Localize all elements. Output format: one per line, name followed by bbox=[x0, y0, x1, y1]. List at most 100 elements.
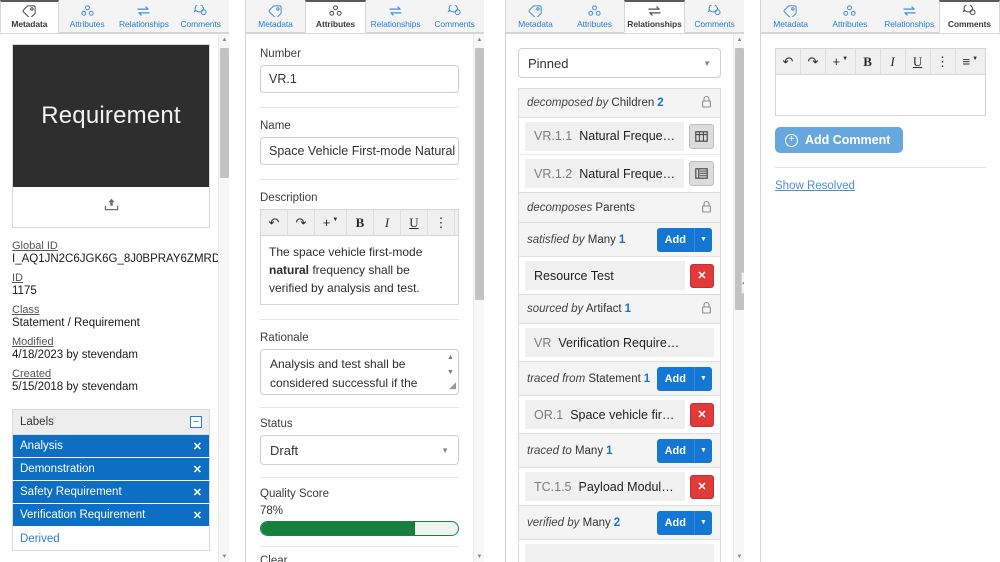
tab-comments-label: Comments bbox=[180, 18, 221, 29]
tab-comments[interactable]: Comments bbox=[425, 0, 484, 33]
more-options-icon[interactable]: ⋮ bbox=[931, 48, 956, 75]
remove-relationship-button[interactable]: ✕ bbox=[690, 402, 714, 427]
remove-relationship-button[interactable]: ✕ bbox=[690, 263, 714, 288]
italic-button[interactable]: I bbox=[374, 209, 401, 236]
label-item-safety-requirement[interactable]: Safety Requirement ✕ bbox=[13, 481, 209, 504]
tab-comments[interactable]: Comments bbox=[685, 0, 744, 33]
tab-metadata[interactable]: Metadata bbox=[506, 0, 565, 33]
relationship-chip[interactable]: VR.1.2 Natural Freque… bbox=[525, 159, 684, 188]
scroll-up-icon[interactable]: ▲ bbox=[474, 34, 484, 45]
tab-relationships-label: Relationships bbox=[627, 19, 682, 29]
relationship-chip[interactable]: TC.1.5 Payload Modul… bbox=[525, 472, 685, 501]
insert-plus-icon[interactable]: + ▼ bbox=[826, 48, 856, 75]
tab-attributes[interactable]: Attributes bbox=[565, 0, 624, 33]
grid-view-icon[interactable] bbox=[689, 123, 714, 149]
thumbnail-image: Requirement bbox=[13, 45, 209, 187]
tab-attributes[interactable]: Attributes bbox=[58, 0, 116, 33]
panel-collapse-handle[interactable]: ◀ bbox=[741, 272, 744, 294]
number-input[interactable]: VR.1 bbox=[260, 65, 459, 93]
scroll-up-icon[interactable]: ▲ bbox=[734, 34, 744, 45]
add-relationship-button[interactable]: Add ▼ bbox=[656, 510, 712, 535]
resize-grip-icon[interactable]: ◢ bbox=[449, 379, 456, 393]
scroll-thumb[interactable] bbox=[735, 48, 744, 310]
tab-relationships[interactable]: Relationships bbox=[115, 0, 173, 33]
chevron-down-icon[interactable]: ▼ bbox=[694, 510, 712, 535]
undo-icon[interactable]: ↶ bbox=[776, 48, 801, 75]
tab-attributes[interactable]: Attributes bbox=[820, 0, 880, 33]
relationship-row[interactable]: Resource Test ✕ bbox=[519, 257, 720, 294]
spinner-down-icon[interactable]: ▼ bbox=[447, 368, 454, 379]
thumbnail-upload-area[interactable] bbox=[13, 187, 209, 227]
scroll-up-icon[interactable]: ▲ bbox=[219, 34, 229, 45]
add-relationship-button[interactable]: Add ▼ bbox=[656, 366, 712, 391]
close-icon[interactable]: ✕ bbox=[193, 440, 202, 453]
scroll-down-icon[interactable]: ▼ bbox=[474, 551, 484, 562]
description-text[interactable]: The space vehicle first-mode natural fre… bbox=[261, 236, 458, 304]
label-item-verification-requirement[interactable]: Verification Requirement ✕ bbox=[13, 504, 209, 527]
chevron-down-icon[interactable]: ▼ bbox=[694, 227, 712, 252]
status-select[interactable]: Draft ▼ bbox=[260, 435, 459, 465]
metadata-scrollbar[interactable]: ▲ ▼ bbox=[218, 34, 229, 562]
relationship-row[interactable] bbox=[519, 540, 720, 562]
relationship-chip[interactable]: VR Verification Require… bbox=[525, 328, 714, 357]
underline-button[interactable]: U bbox=[401, 209, 428, 236]
close-icon[interactable]: ✕ bbox=[193, 463, 202, 476]
comment-input[interactable] bbox=[776, 75, 985, 115]
redo-icon[interactable]: ↷ bbox=[288, 209, 315, 236]
scroll-down-icon[interactable]: ▼ bbox=[219, 551, 229, 562]
close-icon[interactable]: ✕ bbox=[193, 486, 202, 499]
attributes-scrollbar[interactable]: ▲ ▼ bbox=[473, 34, 484, 562]
labels-collapse-icon[interactable]: − bbox=[190, 416, 202, 428]
add-relationship-button[interactable]: Add ▼ bbox=[656, 438, 712, 463]
add-relationship-button[interactable]: Add ▼ bbox=[656, 227, 712, 252]
relationship-row[interactable]: VR Verification Require… bbox=[519, 324, 720, 361]
tab-comments[interactable]: Comments bbox=[172, 0, 229, 33]
remove-relationship-button[interactable]: ✕ bbox=[690, 474, 714, 499]
close-icon[interactable]: ✕ bbox=[193, 509, 202, 522]
relationship-chip[interactable] bbox=[525, 544, 714, 562]
spinner-icons[interactable]: ▲ ▼ bbox=[444, 351, 457, 381]
tab-metadata[interactable]: Metadata bbox=[0, 0, 59, 33]
bold-button[interactable]: B bbox=[347, 209, 374, 236]
scroll-thumb[interactable] bbox=[220, 48, 229, 178]
tab-metadata[interactable]: Metadata bbox=[761, 0, 821, 33]
tab-comments[interactable]: Comments bbox=[938, 0, 1000, 33]
name-input[interactable]: Space Vehicle First-mode Natural Freq bbox=[260, 137, 459, 165]
label-item-derived[interactable]: Derived bbox=[13, 527, 209, 550]
undo-icon[interactable]: ↶ bbox=[261, 209, 288, 236]
relationship-row[interactable]: OR.1 Space vehicle fir… ✕ bbox=[519, 396, 720, 433]
tab-metadata[interactable]: Metadata bbox=[246, 0, 305, 33]
chevron-down-icon[interactable]: ▼ bbox=[694, 366, 712, 391]
scroll-down-icon[interactable]: ▼ bbox=[734, 551, 744, 562]
chevron-down-icon: ▼ bbox=[703, 58, 711, 68]
relationship-chip[interactable]: VR.1.1 Natural Freque… bbox=[525, 121, 684, 151]
redo-icon[interactable]: ↷ bbox=[801, 48, 826, 75]
tab-relationships[interactable]: Relationships bbox=[879, 0, 939, 33]
tab-attributes[interactable]: Attributes bbox=[305, 0, 366, 33]
list-view-icon[interactable] bbox=[689, 161, 714, 186]
tab-relationships[interactable]: Relationships bbox=[366, 0, 425, 33]
label-item-analysis[interactable]: Analysis ✕ bbox=[13, 435, 209, 458]
relationship-row[interactable]: VR.1.2 Natural Freque… bbox=[519, 155, 720, 192]
relationships-scrollbar[interactable]: ▲ ▼ bbox=[733, 34, 744, 562]
spinner-up-icon[interactable]: ▲ bbox=[447, 353, 454, 364]
relationship-row[interactable]: TC.1.5 Payload Modul… ✕ bbox=[519, 468, 720, 505]
relationship-filter-select[interactable]: Pinned ▼ bbox=[518, 48, 721, 78]
italic-button[interactable]: I bbox=[881, 48, 906, 75]
relationship-chip[interactable]: OR.1 Space vehicle fir… bbox=[525, 400, 685, 429]
align-icon[interactable]: ≡ ▼ bbox=[956, 49, 986, 75]
relationship-chip[interactable]: Resource Test bbox=[525, 261, 685, 290]
label-item-demonstration[interactable]: Demonstration ✕ bbox=[13, 458, 209, 481]
tab-relationships[interactable]: Relationships bbox=[624, 0, 685, 33]
add-comment-button[interactable]: + Add Comment bbox=[775, 127, 904, 153]
chevron-down-icon[interactable]: ▼ bbox=[694, 438, 712, 463]
upload-icon[interactable] bbox=[103, 197, 120, 217]
bold-button[interactable]: B bbox=[856, 48, 881, 75]
scroll-thumb[interactable] bbox=[475, 48, 484, 300]
underline-button[interactable]: U bbox=[906, 48, 931, 75]
rationale-textarea[interactable]: Analysis and test shall be considered su… bbox=[260, 349, 459, 395]
more-options-icon[interactable]: ⋮ bbox=[428, 209, 455, 236]
show-resolved-link[interactable]: Show Resolved bbox=[775, 180, 986, 192]
insert-plus-icon[interactable]: + ▼ bbox=[315, 209, 347, 236]
relationship-row[interactable]: VR.1.1 Natural Freque… bbox=[519, 118, 720, 155]
